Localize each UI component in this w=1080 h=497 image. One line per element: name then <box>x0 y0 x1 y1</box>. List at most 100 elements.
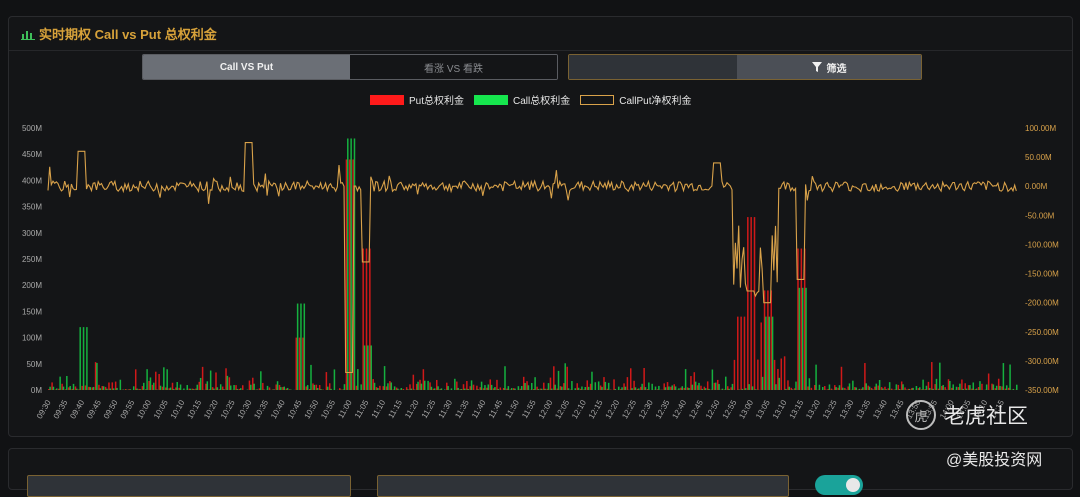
put-bar <box>757 360 759 390</box>
x-tick-label: 10:50 <box>303 398 321 420</box>
call-bar <box>508 386 510 390</box>
put-bar <box>262 383 264 390</box>
call-bar <box>76 389 78 390</box>
put-bar <box>58 389 60 390</box>
call-bar <box>233 385 235 390</box>
call-bar <box>110 389 112 390</box>
call-bar <box>708 389 710 390</box>
call-bar <box>477 389 479 390</box>
call-bar <box>842 388 844 390</box>
x-tick-label: 13:20 <box>804 398 822 420</box>
put-bar <box>948 379 950 390</box>
put-bar <box>807 386 809 390</box>
call-bar <box>822 387 824 390</box>
call-bar <box>605 382 607 390</box>
call-bar <box>929 388 931 390</box>
call-bar <box>531 383 533 390</box>
call-bar <box>638 388 640 390</box>
call-bar <box>1006 385 1008 390</box>
call-bar <box>765 317 767 390</box>
y-right-tick-label: -350.00M <box>1025 386 1059 395</box>
call-bar <box>93 387 95 390</box>
put-bar <box>673 384 675 390</box>
x-tick-label: 09:30 <box>35 398 53 420</box>
put-bar <box>724 389 726 390</box>
x-tick-label: 09:35 <box>52 398 70 420</box>
put-bar <box>416 384 418 390</box>
call-bar <box>213 389 215 390</box>
put-bar <box>255 389 257 390</box>
put-bar <box>546 389 548 390</box>
put-bar <box>158 374 160 390</box>
put-bar <box>647 389 649 390</box>
call-bar <box>227 376 229 390</box>
bottom-select-2[interactable] <box>377 475 789 497</box>
y-left-tick-label: 450M <box>22 150 42 159</box>
call-bar <box>384 366 386 390</box>
put-bar <box>750 217 752 390</box>
put-bar <box>834 385 836 390</box>
put-bar <box>473 385 475 390</box>
put-bar <box>356 386 358 390</box>
x-tick-label: 13:30 <box>838 398 856 420</box>
call-bar <box>919 387 921 390</box>
put-bar <box>71 389 73 390</box>
x-tick-label: 10:20 <box>202 398 220 420</box>
call-bar <box>635 387 637 390</box>
put-bar <box>901 381 903 390</box>
put-bar <box>65 389 67 390</box>
x-tick-label: 11:00 <box>336 398 354 420</box>
call-bar <box>354 138 356 390</box>
call-bar <box>976 389 978 390</box>
call-bar <box>748 384 750 390</box>
call-bar <box>862 387 864 390</box>
put-bar <box>125 389 127 390</box>
call-bar <box>223 389 225 390</box>
x-tick-label: 11:10 <box>370 398 388 420</box>
x-tick-label: 10:00 <box>135 398 153 420</box>
bottom-toggle-switch[interactable] <box>815 475 863 495</box>
x-tick-label: 12:40 <box>670 398 688 420</box>
put-bar <box>690 376 692 390</box>
put-bar <box>600 385 602 390</box>
put-bar <box>172 383 174 390</box>
put-bar <box>51 382 53 390</box>
put-bar <box>587 380 589 390</box>
put-bar <box>837 388 839 390</box>
put-bar <box>349 159 351 390</box>
call-bar <box>344 384 346 390</box>
put-bar <box>627 377 629 390</box>
put-bar <box>633 381 635 390</box>
bottom-select-1[interactable] <box>27 475 351 497</box>
call-bar <box>819 385 821 390</box>
x-tick-label: 13:35 <box>854 398 872 420</box>
put-bar <box>928 382 930 390</box>
call-bar <box>511 388 513 390</box>
call-bar <box>457 388 459 390</box>
put-bar <box>536 387 538 390</box>
call-bar <box>89 387 91 390</box>
call-bar <box>464 389 466 390</box>
put-bar <box>740 317 742 390</box>
put-bar <box>299 338 301 390</box>
put-bar <box>423 369 425 390</box>
put-bar <box>376 387 378 390</box>
put-bar <box>249 381 251 390</box>
x-tick-label: 10:35 <box>252 398 270 420</box>
put-bar <box>339 388 341 390</box>
y-right-tick-label: -200.00M <box>1025 299 1059 308</box>
call-bar <box>942 385 944 390</box>
put-bar <box>396 388 398 390</box>
call-bar <box>625 387 627 390</box>
net-premium-line <box>48 143 1016 373</box>
x-tick-label: 11:50 <box>503 398 521 420</box>
call-bar <box>260 371 262 390</box>
call-bar <box>578 388 580 390</box>
put-bar <box>219 389 221 390</box>
put-bar <box>975 389 977 390</box>
put-bar <box>48 389 50 390</box>
call-bar <box>682 386 684 390</box>
put-bar <box>697 385 699 390</box>
put-bar <box>770 290 772 390</box>
premium-chart[interactable]: 0M50M100M150M200M250M300M350M400M450M500… <box>0 0 1080 440</box>
